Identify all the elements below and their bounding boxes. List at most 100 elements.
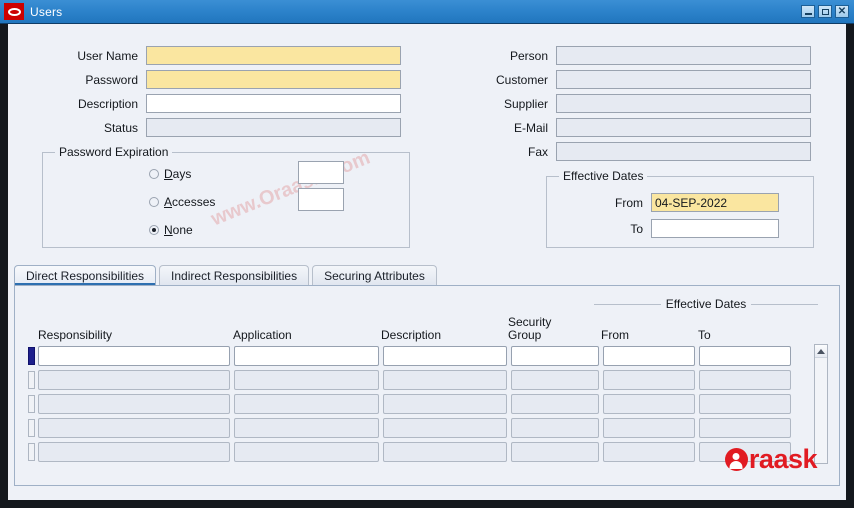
cell-application[interactable] bbox=[234, 370, 379, 390]
close-button[interactable]: ✕ bbox=[835, 5, 849, 18]
record-indicator[interactable] bbox=[28, 419, 35, 437]
effective-dates-title: Effective Dates bbox=[559, 169, 648, 183]
cell-description[interactable] bbox=[383, 418, 507, 438]
cell-application[interactable] bbox=[234, 418, 379, 438]
label-password: Password bbox=[85, 72, 138, 87]
password-expiration-group: Password Expiration Days Accesses None bbox=[42, 145, 410, 248]
cell-to[interactable] bbox=[699, 394, 791, 414]
cell-description[interactable] bbox=[383, 442, 507, 462]
label-fax: Fax bbox=[527, 144, 548, 159]
minimize-button[interactable] bbox=[801, 5, 815, 18]
record-indicator[interactable] bbox=[28, 443, 35, 461]
grid-vertical-scrollbar[interactable] bbox=[814, 344, 828, 464]
cell-description[interactable] bbox=[383, 394, 507, 414]
supplier-input bbox=[556, 94, 811, 113]
radio-accesses[interactable]: Accesses bbox=[149, 195, 215, 209]
cell-responsibility[interactable] bbox=[38, 370, 230, 390]
table-row[interactable] bbox=[28, 392, 828, 416]
field-row-email: E-Mail bbox=[438, 118, 811, 137]
status-input bbox=[146, 118, 401, 137]
field-row-effective-from: From bbox=[557, 193, 779, 212]
radio-days-dot[interactable] bbox=[149, 169, 159, 179]
label-supplier: Supplier bbox=[503, 96, 548, 111]
title-bar: Users ✕ bbox=[0, 0, 854, 24]
radio-days[interactable]: Days bbox=[149, 167, 191, 181]
table-row[interactable] bbox=[28, 368, 828, 392]
window-title: Users bbox=[30, 4, 63, 19]
form-canvas: www.Oraask.Com User Name Password Descri… bbox=[8, 24, 846, 500]
label-status: Status bbox=[103, 120, 138, 135]
label-effective-from: From bbox=[615, 195, 643, 210]
radio-days-label: Days bbox=[164, 167, 192, 181]
days-value-input[interactable] bbox=[298, 161, 344, 184]
password-input[interactable] bbox=[146, 70, 401, 89]
cell-application[interactable] bbox=[234, 442, 379, 462]
oracle-logo-icon bbox=[4, 3, 24, 20]
cell-application[interactable] bbox=[234, 394, 379, 414]
cell-description[interactable] bbox=[383, 346, 507, 366]
cell-security-group[interactable] bbox=[511, 370, 599, 390]
record-indicator[interactable] bbox=[28, 371, 35, 389]
radio-accesses-dot[interactable] bbox=[149, 197, 159, 207]
cell-from[interactable] bbox=[603, 442, 695, 462]
cell-to[interactable] bbox=[699, 442, 791, 462]
label-description: Description bbox=[77, 96, 138, 111]
effective-to-input[interactable] bbox=[651, 219, 779, 238]
cell-security-group[interactable] bbox=[511, 418, 599, 438]
field-row-description: Description bbox=[28, 94, 401, 113]
cell-security-group[interactable] bbox=[511, 442, 599, 462]
radio-none-label: None bbox=[164, 223, 193, 237]
field-row-supplier: Supplier bbox=[438, 94, 811, 113]
user-name-input[interactable] bbox=[146, 46, 401, 65]
cell-from[interactable] bbox=[603, 346, 695, 366]
field-row-person: Person bbox=[438, 46, 811, 65]
cell-responsibility[interactable] bbox=[38, 418, 230, 438]
radio-none[interactable]: None bbox=[149, 223, 193, 237]
grid-header: Responsibility Application Description S… bbox=[28, 296, 828, 344]
record-indicator[interactable] bbox=[28, 395, 35, 413]
label-email: E-Mail bbox=[513, 120, 548, 135]
effective-dates-group: Effective Dates From To bbox=[546, 169, 814, 248]
field-row-user-name: User Name bbox=[28, 46, 401, 65]
table-row[interactable] bbox=[28, 344, 828, 368]
cell-to[interactable] bbox=[699, 370, 791, 390]
cell-security-group[interactable] bbox=[511, 394, 599, 414]
window-frame: Users ✕ www.Oraask.Com User Name Passwor… bbox=[0, 0, 854, 508]
password-expiration-title: Password Expiration bbox=[55, 145, 173, 159]
person-input bbox=[556, 46, 811, 65]
radio-accesses-label: Accesses bbox=[164, 195, 216, 209]
col-header-description: Description bbox=[381, 328, 442, 342]
cell-to[interactable] bbox=[699, 418, 791, 438]
fax-input bbox=[556, 142, 811, 161]
field-row-password: Password bbox=[28, 70, 401, 89]
radio-none-dot[interactable] bbox=[149, 225, 159, 235]
effective-from-input[interactable] bbox=[651, 193, 779, 212]
label-effective-to: To bbox=[630, 221, 643, 236]
accesses-value-input[interactable] bbox=[298, 188, 344, 211]
cell-from[interactable] bbox=[603, 418, 695, 438]
cell-security-group[interactable] bbox=[511, 346, 599, 366]
col-header-to: To bbox=[698, 328, 711, 342]
email-input bbox=[556, 118, 811, 137]
tab-direct-responsibilities[interactable]: Direct Responsibilities bbox=[14, 265, 157, 286]
table-row[interactable] bbox=[28, 440, 828, 464]
cell-description[interactable] bbox=[383, 370, 507, 390]
cell-responsibility[interactable] bbox=[38, 394, 230, 414]
cell-application[interactable] bbox=[234, 346, 379, 366]
col-header-responsibility: Responsibility bbox=[38, 328, 113, 342]
scroll-up-icon[interactable] bbox=[815, 345, 827, 358]
cell-responsibility[interactable] bbox=[38, 442, 230, 462]
cell-from[interactable] bbox=[603, 370, 695, 390]
tab-securing-attributes[interactable]: Securing Attributes bbox=[312, 265, 437, 286]
tab-panel-direct-responsibilities: Responsibility Application Description S… bbox=[14, 285, 840, 486]
col-header-from: From bbox=[601, 328, 629, 342]
cell-to[interactable] bbox=[699, 346, 791, 366]
tab-indirect-responsibilities[interactable]: Indirect Responsibilities bbox=[159, 265, 310, 286]
record-indicator[interactable] bbox=[28, 347, 35, 365]
table-row[interactable] bbox=[28, 416, 828, 440]
tab-strip: Direct Responsibilities Indirect Respons… bbox=[14, 264, 840, 286]
cell-from[interactable] bbox=[603, 394, 695, 414]
description-input[interactable] bbox=[146, 94, 401, 113]
maximize-button[interactable] bbox=[818, 5, 832, 18]
cell-responsibility[interactable] bbox=[38, 346, 230, 366]
